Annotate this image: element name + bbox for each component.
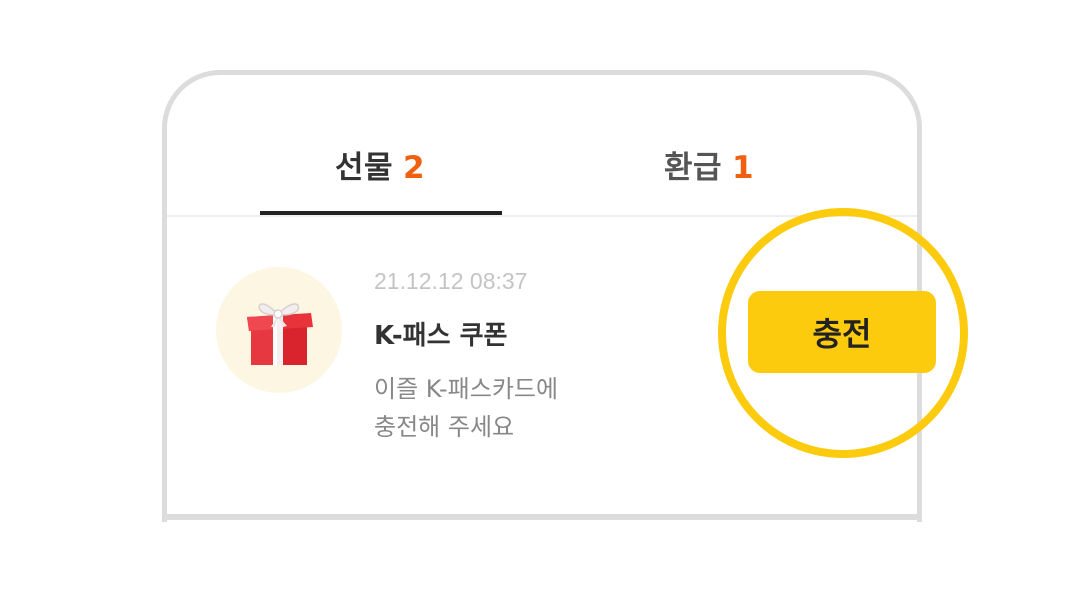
gift-avatar: [216, 267, 342, 393]
card-frame-bottom-edge: [162, 514, 922, 520]
tab-refund-count: 1: [732, 150, 755, 186]
item-timestamp: 21.12.12 08:37: [374, 268, 528, 294]
charge-button[interactable]: 충전: [748, 291, 936, 373]
gift-icon: [247, 303, 313, 365]
item-title: K-패스 쿠폰: [374, 321, 508, 351]
tab-gift-count: 2: [403, 150, 426, 186]
tab-gift[interactable]: 선물 2: [335, 142, 425, 187]
item-description: 이즐 K-패스카드에 충전해 주세요: [374, 370, 558, 446]
item-description-line-1: 이즐 K-패스카드에: [374, 375, 559, 403]
tab-refund[interactable]: 환급 1: [664, 142, 754, 187]
tab-refund-label: 환급: [664, 150, 723, 186]
item-description-line-2: 충전해 주세요: [374, 413, 515, 441]
tab-bar: 선물 2 환급 1: [167, 70, 917, 218]
tab-gift-label: 선물: [335, 150, 394, 186]
